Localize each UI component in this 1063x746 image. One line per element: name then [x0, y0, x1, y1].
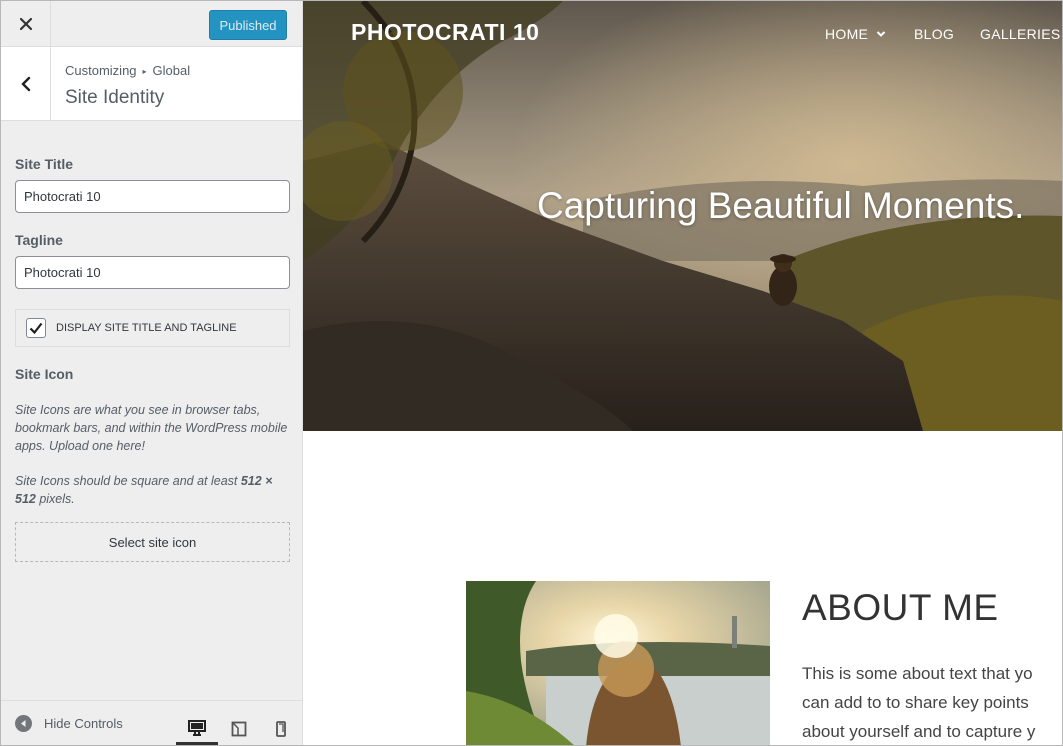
hide-controls-button[interactable]: Hide Controls: [15, 715, 123, 732]
site-title-label: Site Title: [15, 156, 74, 172]
display-title-tagline-checkbox[interactable]: [26, 318, 46, 338]
nav-item-home[interactable]: HOME: [825, 26, 886, 42]
section-title: Site Identity: [65, 87, 165, 108]
section-header: Customizing ▸ Global Site Identity: [1, 47, 302, 121]
site-title[interactable]: PHOTOCRATI 10: [351, 19, 539, 46]
about-image: [466, 581, 770, 745]
site-title-input[interactable]: [15, 180, 290, 213]
tagline-label: Tagline: [15, 232, 63, 248]
close-icon[interactable]: [1, 1, 51, 47]
site-icon-description: Site Icons are what you see in browser t…: [15, 403, 288, 453]
breadcrumb-root: Customizing: [65, 63, 137, 78]
nav-item-blog[interactable]: BLOG: [914, 26, 954, 42]
hero-heading: Capturing Beautiful Moments.: [537, 185, 1025, 226]
customizer-header: Published: [1, 1, 302, 47]
customizer-sidebar: Published Customizing ▸ Global Site Identi…: [1, 1, 303, 745]
about-text: This is some about text that yo can add …: [802, 659, 1062, 745]
collapse-arrow-icon: [15, 715, 32, 732]
tagline-input[interactable]: [15, 256, 290, 289]
select-site-icon-button[interactable]: Select site icon: [15, 522, 290, 562]
customizer-footer: Hide Controls: [1, 700, 302, 745]
site-icon-label: Site Icon: [15, 366, 74, 382]
about-text-line: can add to to share key points: [802, 693, 1029, 712]
breadcrumb: Customizing ▸ Global: [65, 63, 190, 78]
hide-controls-label: Hide Controls: [44, 716, 123, 731]
published-button[interactable]: Published: [209, 10, 287, 40]
site-preview: PHOTOCRATI 10 HOME BLOG GALLERIES Captur…: [303, 1, 1062, 745]
display-title-tagline-option: Display Site Title and Tagline: [15, 309, 290, 347]
breadcrumb-child: Global: [152, 63, 191, 78]
display-title-tagline-label: Display Site Title and Tagline: [56, 322, 237, 334]
tablet-preview-icon[interactable]: [218, 713, 260, 745]
nav-item-galleries[interactable]: GALLERIES: [980, 26, 1061, 42]
about-text-line: about yourself and to capture y: [802, 722, 1036, 741]
checkmark-icon: [29, 322, 43, 335]
about-text-line: This is some about text that yo: [802, 664, 1033, 683]
hero-image: PHOTOCRATI 10 HOME BLOG GALLERIES Captur…: [303, 1, 1062, 431]
mobile-preview-icon[interactable]: [260, 713, 302, 745]
breadcrumb-separator-icon: ▸: [142, 67, 147, 76]
desktop-preview-icon[interactable]: [176, 713, 218, 745]
about-heading: ABOUT ME: [802, 587, 999, 628]
chevron-down-icon: [876, 31, 886, 37]
site-icon-size-note: Site Icons should be square and at least…: [15, 474, 273, 506]
back-arrow-icon[interactable]: [1, 47, 51, 120]
